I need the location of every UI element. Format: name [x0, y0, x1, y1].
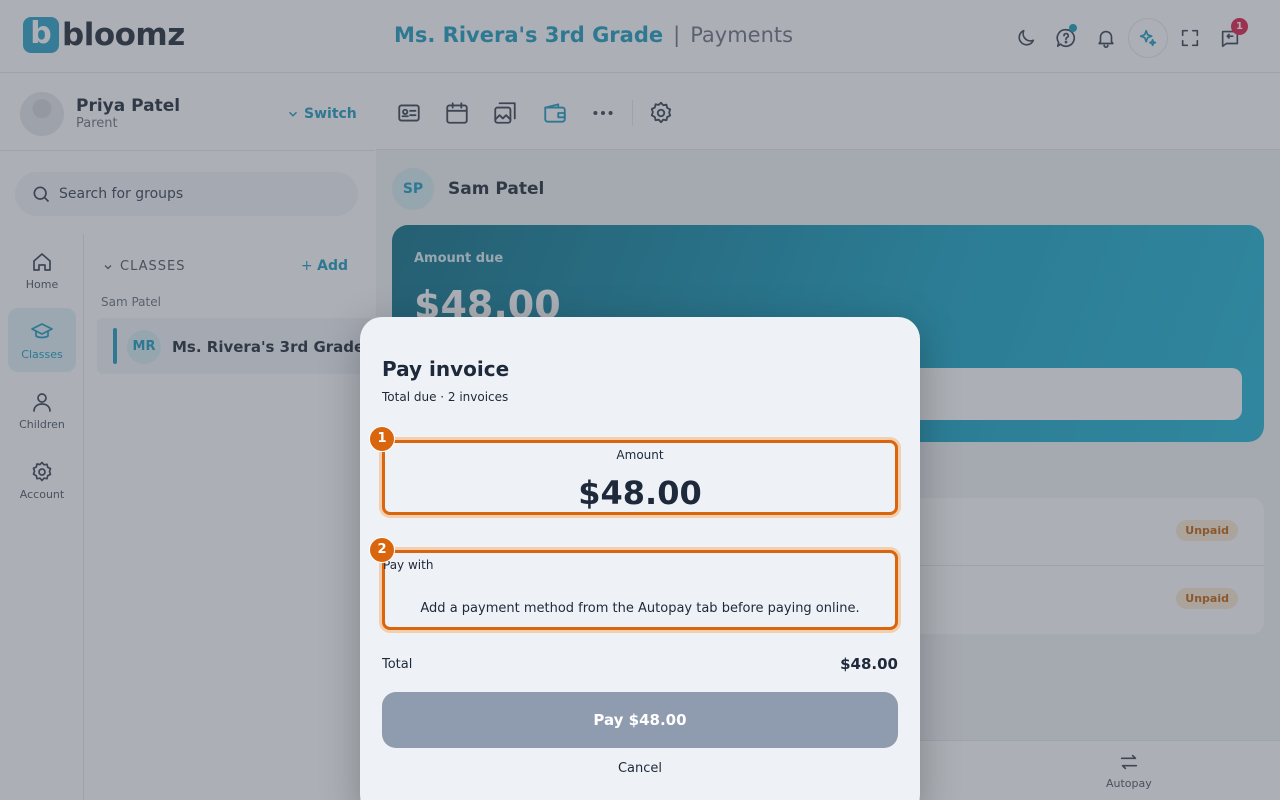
annotation-marker-2: 2 [369, 537, 395, 563]
amount-label: Amount [616, 448, 664, 462]
annotation-marker-1: 1 [369, 426, 395, 452]
pay-button[interactable]: Pay $48.00 [382, 692, 898, 748]
pay-with-label: Pay with [383, 558, 434, 572]
dialog-subtitle: Total due · 2 invoices [382, 390, 509, 404]
dialog-title: Pay invoice [382, 357, 510, 381]
cancel-button[interactable]: Cancel [360, 761, 920, 776]
amount-field[interactable]: Amount $48.00 [382, 440, 898, 515]
pay-with-section: Pay with Add a payment method from the A… [382, 550, 898, 630]
pay-invoice-dialog: Pay invoice Total due · 2 invoices Amoun… [360, 317, 920, 800]
total-value: $48.00 [840, 655, 898, 673]
total-label: Total [382, 657, 413, 672]
pay-with-message: Add a payment method from the Autopay ta… [420, 601, 860, 616]
amount-value: $48.00 [578, 474, 702, 512]
